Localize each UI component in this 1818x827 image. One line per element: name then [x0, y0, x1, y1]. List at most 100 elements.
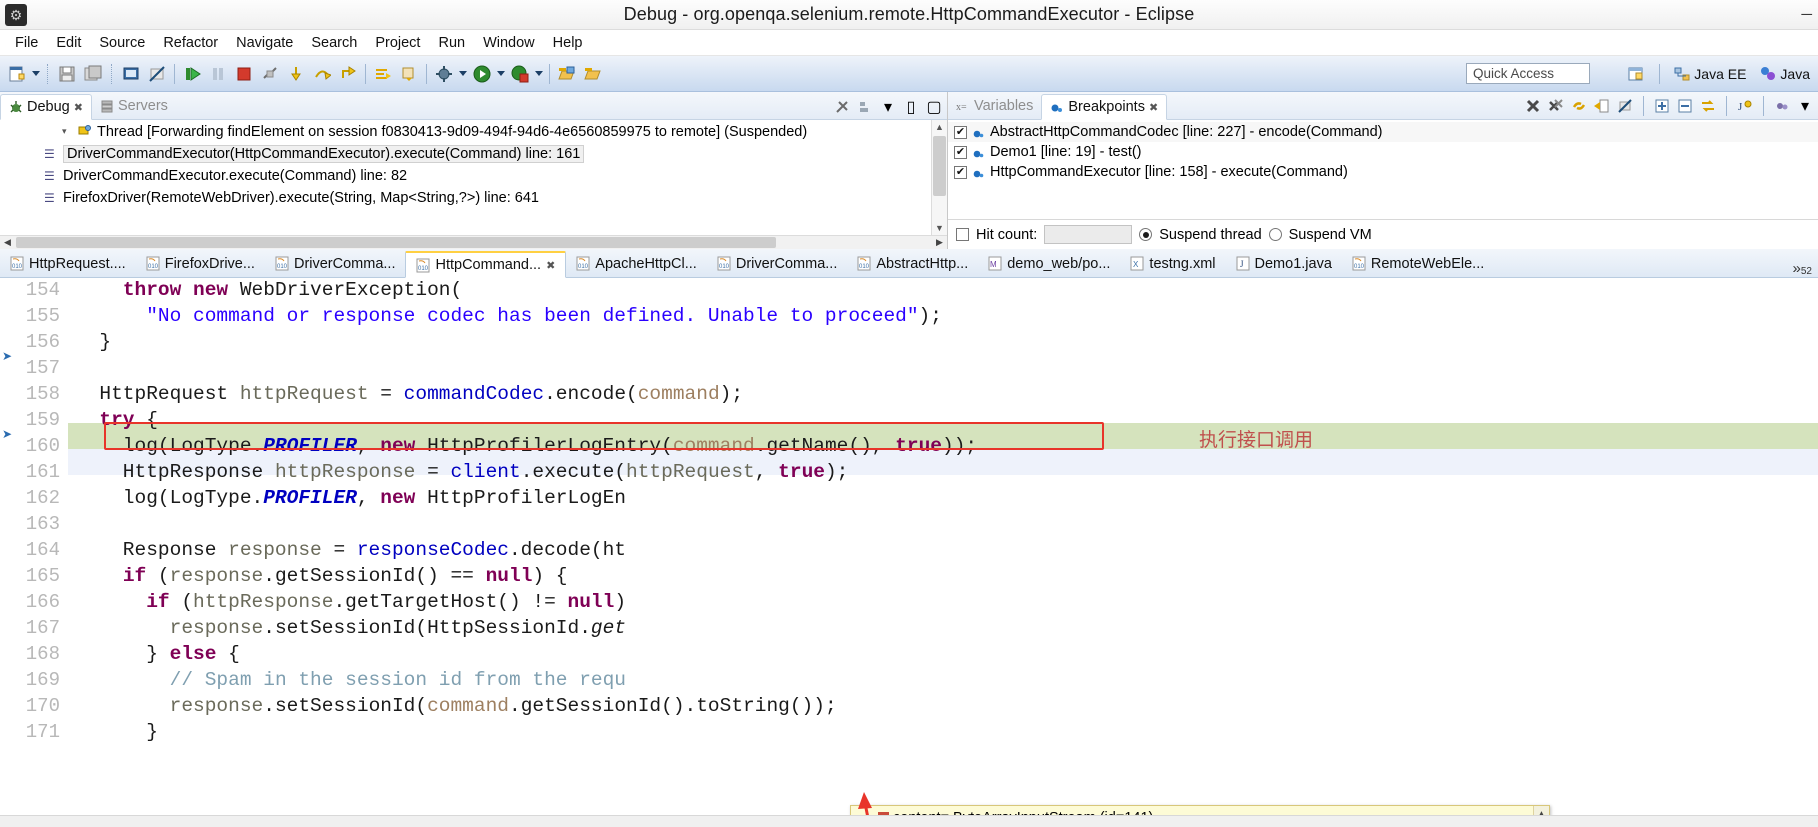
drop-to-frame-icon[interactable] — [396, 61, 422, 87]
editor-tab-apachehttpclient[interactable]: 010 ApacheHttpCl... — [566, 250, 707, 277]
tab-debug[interactable]: Debug ✖ — [0, 94, 92, 120]
run-launch-dropdown-icon[interactable] — [495, 61, 507, 87]
breakpoint-marker-icon[interactable]: ➤ — [2, 349, 12, 363]
scroll-down-icon[interactable]: ▼ — [932, 221, 947, 235]
debug-stack-tree[interactable]: ▾ Thread [Forwarding findElement on sess… — [0, 120, 947, 235]
add-java-exception-breakpoint-icon[interactable]: J — [1736, 97, 1754, 115]
menu-window[interactable]: Window — [474, 33, 544, 53]
tab-servers[interactable]: Servers — [92, 93, 176, 119]
breakpoint-working-sets-icon[interactable] — [1773, 97, 1791, 115]
step-return-icon[interactable] — [335, 61, 361, 87]
quick-access-input[interactable]: Quick Access — [1466, 63, 1590, 84]
skip-all-breakpoints-icon[interactable] — [1616, 97, 1634, 115]
close-icon[interactable]: ✖ — [1149, 101, 1158, 114]
pin-thread-icon[interactable] — [833, 98, 851, 116]
scroll-left-icon[interactable]: ◀ — [0, 236, 15, 249]
open-type-icon[interactable] — [554, 61, 580, 87]
save-icon[interactable] — [54, 61, 80, 87]
menu-source[interactable]: Source — [90, 33, 154, 53]
editor-tab-remotewebelement[interactable]: 010 RemoteWebEle... — [1342, 250, 1494, 277]
suspend-icon[interactable] — [205, 61, 231, 87]
new-wizard-dropdown-icon[interactable] — [30, 61, 42, 87]
debug-thread-row[interactable]: Thread [Forwarding findElement on sessio… — [0, 122, 931, 142]
breakpoint-row[interactable]: ✔ HttpCommandExecutor [line: 158] - exec… — [948, 162, 1818, 182]
debug-launch-dropdown-icon[interactable] — [457, 61, 469, 87]
perspective-java-ee[interactable]: Java EE — [1670, 64, 1750, 84]
menu-navigate[interactable]: Navigate — [227, 33, 302, 53]
resume-icon[interactable] — [179, 61, 205, 87]
collapse-all-icon[interactable] — [1676, 97, 1694, 115]
link-icon[interactable] — [1699, 97, 1717, 115]
code-editor[interactable]: ➤ ➤ 154 155 156 157 158 159 160 161 162 … — [0, 278, 1818, 822]
minimize-view-icon[interactable]: ▯ — [902, 98, 920, 116]
coverage-launch-icon[interactable] — [507, 61, 533, 87]
scroll-thumb[interactable] — [16, 237, 776, 248]
breakpoint-checkbox[interactable]: ✔ — [954, 146, 967, 159]
open-perspective-icon[interactable] — [1623, 61, 1649, 87]
debug-frame-row[interactable]: ☰ DriverCommandExecutor.execute(Command)… — [0, 166, 931, 186]
coverage-launch-dropdown-icon[interactable] — [533, 61, 545, 87]
editor-tab-testng-xml[interactable]: X testng.xml — [1120, 250, 1225, 277]
disconnect-icon[interactable] — [257, 61, 283, 87]
step-over-icon[interactable] — [309, 61, 335, 87]
debug-tree-horizontal-scrollbar[interactable]: ◀ ▶ — [0, 235, 947, 249]
editor-tab-abstracthttp[interactable]: 010 AbstractHttp... — [847, 250, 978, 277]
breakpoint-checkbox[interactable]: ✔ — [954, 126, 967, 139]
marker-gutter[interactable]: ➤ ➤ — [0, 278, 16, 822]
breakpoints-list[interactable]: ✔ AbstractHttpCommandCodec [line: 227] -… — [948, 120, 1818, 219]
debug-frame-row[interactable]: ☰ DriverCommandExecutor(HttpCommandExecu… — [0, 144, 931, 164]
editor-tab-httprequest[interactable]: 010 HttpRequest.... — [0, 250, 136, 277]
perspective-java[interactable]: Java — [1756, 64, 1814, 84]
menu-help[interactable]: Help — [544, 33, 592, 53]
terminate-icon[interactable] — [231, 61, 257, 87]
run-to-line-icon[interactable] — [370, 61, 396, 87]
menu-project[interactable]: Project — [366, 33, 429, 53]
menu-run[interactable]: Run — [429, 33, 474, 53]
menu-search[interactable]: Search — [302, 33, 366, 53]
menu-file[interactable]: File — [6, 33, 47, 53]
open-resource-icon[interactable] — [580, 61, 606, 87]
minimize-button[interactable]: ─ — [1801, 6, 1812, 23]
breakpoint-row[interactable]: ✔ Demo1 [line: 19] - test() — [948, 142, 1818, 162]
close-icon[interactable]: ✖ — [546, 259, 555, 272]
suspend-thread-radio[interactable] — [1139, 228, 1152, 241]
editor-tab-demo1-java[interactable]: J Demo1.java — [1226, 250, 1342, 277]
editor-tab-drivercommand-1[interactable]: 010 DriverComma... — [265, 250, 406, 277]
debug-tree-vertical-scrollbar[interactable]: ▲ ▼ — [931, 120, 947, 235]
save-all-icon[interactable] — [80, 61, 106, 87]
editor-tab-httpcommandexecutor[interactable]: 010 HttpCommand... ✖ — [405, 251, 566, 278]
remove-all-breakpoints-icon[interactable] — [1547, 97, 1565, 115]
menu-edit[interactable]: Edit — [47, 33, 90, 53]
code-text[interactable]: throw new WebDriverException( "No comman… — [68, 278, 1818, 822]
link-with-debug-view-icon[interactable] — [1570, 97, 1588, 115]
tab-variables[interactable]: x= Variables — [948, 93, 1041, 119]
current-instruction-pointer-icon[interactable]: ➤ — [2, 427, 12, 441]
editor-tab-demo-web-pom[interactable]: M demo_web/po... — [978, 250, 1120, 277]
editor-tab-overflow[interactable]: » 52 — [1787, 260, 1818, 277]
debug-launch-icon[interactable] — [431, 61, 457, 87]
editor-tab-drivercommand-2[interactable]: 010 DriverComma... — [707, 250, 848, 277]
hit-count-checkbox[interactable] — [956, 228, 969, 241]
maximize-view-icon[interactable]: ▢ — [925, 98, 943, 116]
breakpoint-checkbox[interactable]: ✔ — [954, 166, 967, 179]
debug-frame-row[interactable]: ☰ FirefoxDriver(RemoteWebDriver).execute… — [0, 188, 931, 208]
expand-all-icon[interactable] — [1653, 97, 1671, 115]
new-wizard-icon[interactable] — [4, 61, 30, 87]
view-menu-icon[interactable] — [856, 98, 874, 116]
scroll-thumb[interactable] — [933, 136, 946, 196]
remove-breakpoint-icon[interactable] — [1524, 97, 1542, 115]
scroll-up-icon[interactable]: ▲ — [932, 120, 947, 134]
goto-file-icon[interactable] — [1593, 97, 1611, 115]
scroll-right-icon[interactable]: ▶ — [932, 236, 947, 249]
skip-breakpoints-icon[interactable] — [144, 61, 170, 87]
chevron-down-icon[interactable]: ▾ — [1796, 97, 1814, 115]
close-icon[interactable]: ✖ — [74, 101, 83, 114]
chevron-down-icon[interactable]: ▾ — [879, 98, 897, 116]
console-icon[interactable] — [118, 61, 144, 87]
menu-refactor[interactable]: Refactor — [154, 33, 227, 53]
editor-tab-firefoxdriver[interactable]: 010 FirefoxDrive... — [136, 250, 265, 277]
step-into-icon[interactable] — [283, 61, 309, 87]
hit-count-input[interactable] — [1044, 225, 1132, 244]
run-launch-icon[interactable] — [469, 61, 495, 87]
tab-breakpoints[interactable]: Breakpoints ✖ — [1041, 94, 1167, 120]
